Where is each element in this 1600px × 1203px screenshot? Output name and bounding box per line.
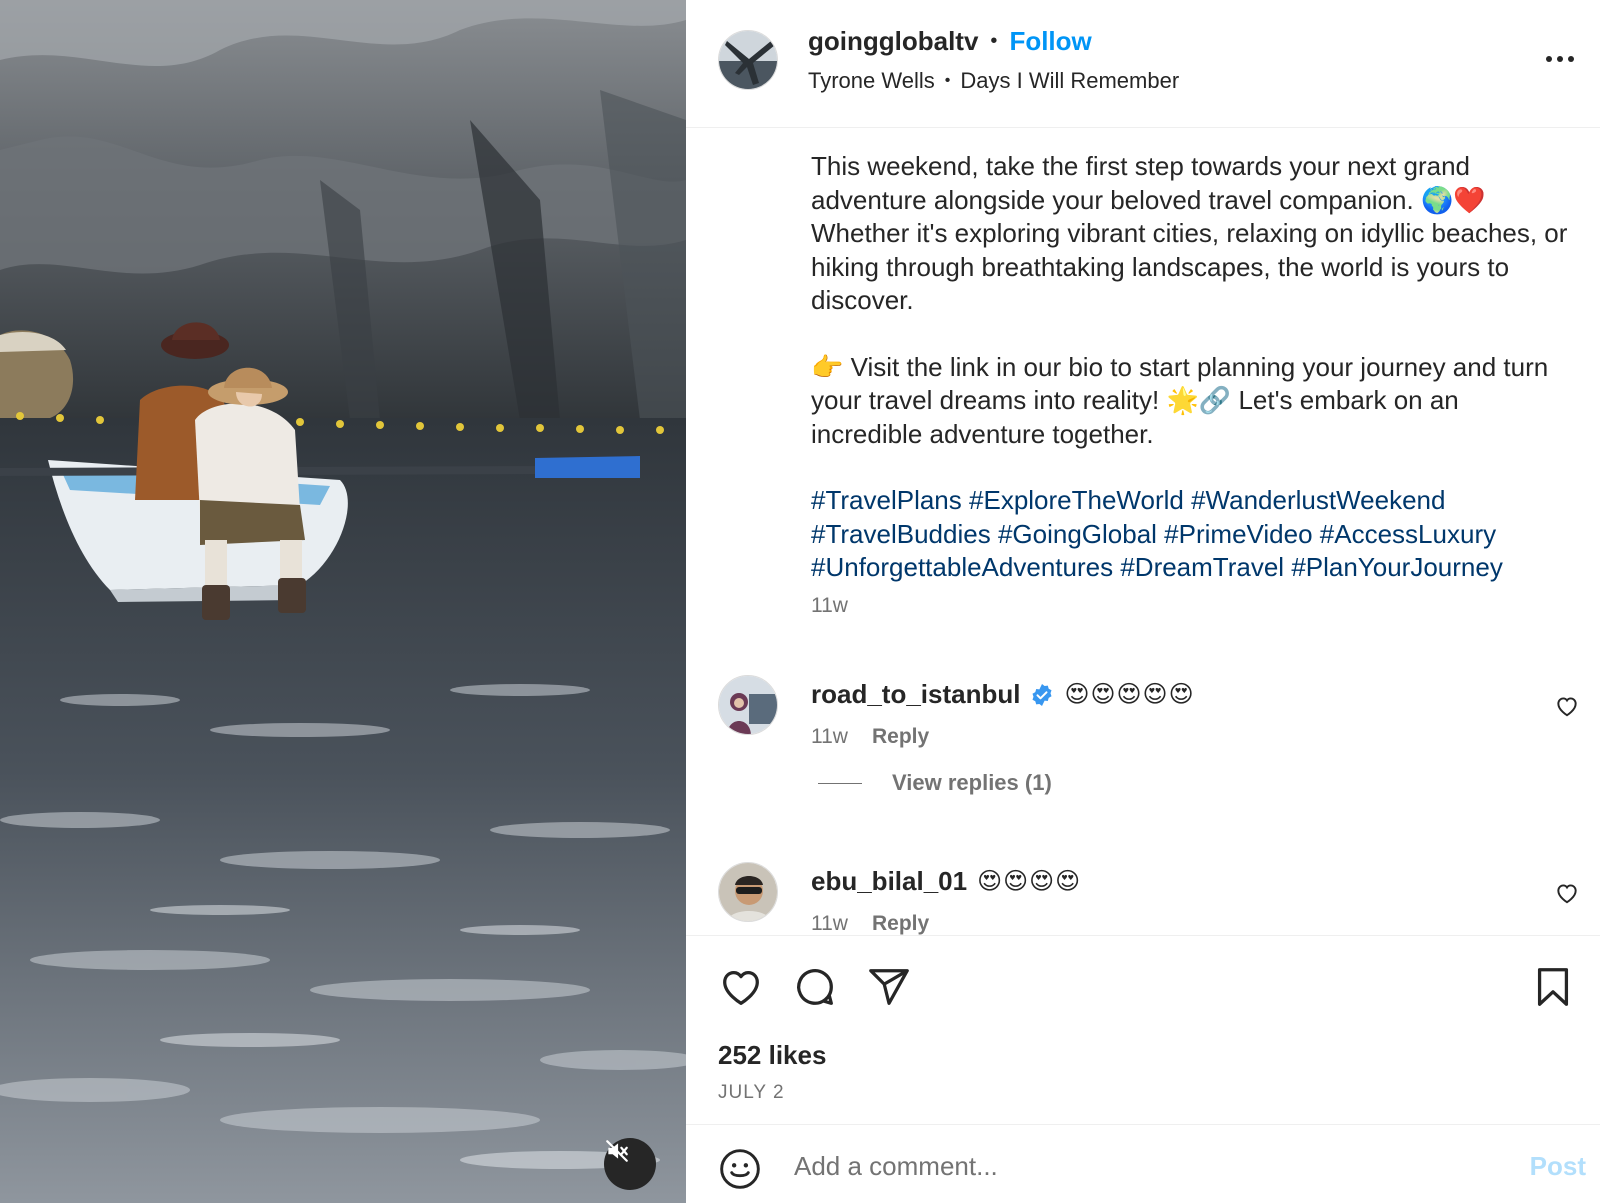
comment-text: 😍😍😍😍😍 xyxy=(1064,681,1195,708)
hashtag-link[interactable]: #UnforgettableAdventures xyxy=(811,552,1113,582)
hashtag-list: #TravelPlans #ExploreTheWorld #Wanderlus… xyxy=(811,484,1571,585)
commenter-avatar[interactable] xyxy=(718,675,778,735)
view-replies-label: View replies (1) xyxy=(892,770,1052,795)
post-age[interactable]: 11w xyxy=(811,594,848,618)
hashtag-link[interactable]: #GoingGlobal xyxy=(998,519,1157,549)
hashtag-link[interactable]: #AccessLuxury xyxy=(1320,519,1496,549)
post-date[interactable]: JULY 2 xyxy=(718,1082,785,1104)
comment-text: 😍😍😍😍 xyxy=(977,868,1082,895)
author-avatar[interactable] xyxy=(718,30,778,90)
author-line: goingglobaltv • Follow xyxy=(808,26,1092,57)
comment-header: ebu_bilal_01 😍😍😍😍 xyxy=(811,866,1081,897)
hashtag-link[interactable]: #PrimeVideo xyxy=(1164,519,1312,549)
comments-scroll-area[interactable]: This weekend, take the first step toward… xyxy=(686,129,1600,935)
hashtag-link[interactable]: #DreamTravel xyxy=(1120,552,1284,582)
more-options-button[interactable] xyxy=(1540,44,1580,74)
airplane-avatar-icon xyxy=(719,31,777,89)
hashtag-link[interactable]: #ExploreTheWorld xyxy=(969,485,1184,515)
commenter-avatar[interactable] xyxy=(718,862,778,922)
post-video[interactable] xyxy=(0,0,686,1203)
audio-artist: Tyrone Wells xyxy=(808,68,935,93)
comment-icon[interactable] xyxy=(792,964,838,1010)
more-options-icon xyxy=(1557,56,1563,62)
post-actions: 252 likes JULY 2 xyxy=(686,935,1600,1125)
hashtag-link[interactable]: #WanderlustWeekend xyxy=(1191,485,1445,515)
mute-toggle-button[interactable] xyxy=(604,1138,656,1190)
bookmark-icon[interactable] xyxy=(1530,964,1576,1010)
avatar-photo-icon xyxy=(719,676,777,734)
comment-meta: 11w Reply xyxy=(811,912,929,935)
comment-item: road_to_istanbul 😍😍😍😍😍 11w Reply xyxy=(686,675,1600,755)
more-options-icon xyxy=(1546,56,1552,62)
follow-button[interactable]: Follow xyxy=(1009,26,1091,57)
author-username[interactable]: goingglobaltv xyxy=(808,26,978,57)
reply-button[interactable]: Reply xyxy=(872,725,929,749)
hashtag-link[interactable]: #TravelPlans xyxy=(811,485,962,515)
muted-speaker-icon xyxy=(606,1140,628,1162)
reply-thread-line xyxy=(818,782,862,784)
post-header: goingglobaltv • Follow Tyrone Wells • Da… xyxy=(686,0,1600,128)
commenter-username[interactable]: road_to_istanbul xyxy=(811,679,1020,710)
caption-paragraph-2: 👉 Visit the link in our bio to start pla… xyxy=(811,351,1549,449)
dot-separator: • xyxy=(990,30,998,52)
caption-paragraph-1: This weekend, take the first step toward… xyxy=(811,151,1568,315)
heart-icon[interactable] xyxy=(1554,693,1580,719)
like-count[interactable]: 252 likes xyxy=(718,1040,826,1071)
comment-age[interactable]: 11w xyxy=(811,912,848,935)
comment-header: road_to_istanbul 😍😍😍😍😍 xyxy=(811,679,1195,710)
hashtag-link[interactable]: #TravelBuddies xyxy=(811,519,991,549)
comment-item: ebu_bilal_01 😍😍😍😍 11w Reply xyxy=(686,862,1600,935)
video-frame-illustration xyxy=(0,0,686,1203)
comment-meta: 11w Reply xyxy=(811,725,929,749)
audio-attribution[interactable]: Tyrone Wells • Days I Will Remember xyxy=(808,68,1179,94)
heart-icon[interactable] xyxy=(1554,880,1580,906)
hashtag-link[interactable]: #PlanYourJourney xyxy=(1291,552,1503,582)
commenter-username[interactable]: ebu_bilal_01 xyxy=(811,866,967,897)
more-options-icon xyxy=(1568,56,1574,62)
view-replies-button[interactable]: View replies (1) xyxy=(818,770,1052,796)
post-caption: This weekend, take the first step toward… xyxy=(811,150,1571,585)
post-detail-panel: goingglobaltv • Follow Tyrone Wells • Da… xyxy=(686,0,1600,1203)
reply-button[interactable]: Reply xyxy=(872,912,929,935)
verified-badge-icon xyxy=(1032,683,1052,706)
comment-input[interactable] xyxy=(794,1139,1494,1193)
audio-title: Days I Will Remember xyxy=(960,68,1180,93)
comment-age[interactable]: 11w xyxy=(811,725,848,749)
send-icon[interactable] xyxy=(866,964,912,1010)
avatar-photo-icon xyxy=(719,863,777,921)
post-comment-button[interactable]: Post xyxy=(1530,1151,1586,1182)
dot-separator: • xyxy=(944,72,951,89)
emoji-icon[interactable] xyxy=(718,1147,762,1191)
add-comment-bar: Post xyxy=(686,1124,1600,1203)
heart-icon[interactable] xyxy=(718,964,764,1010)
